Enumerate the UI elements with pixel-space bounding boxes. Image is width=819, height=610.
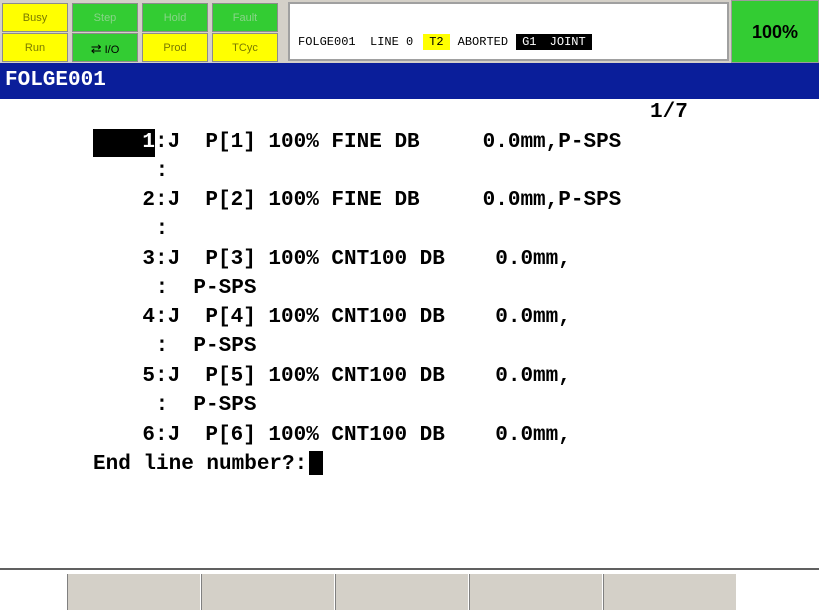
line-cursor[interactable]: 1 <box>93 129 155 157</box>
coord-badge: JOINT <box>542 34 592 50</box>
coord-label: JOINT <box>549 35 586 49</box>
f1-key[interactable] <box>67 574 201 610</box>
function-key-bar <box>0 568 819 610</box>
f5-key[interactable] <box>603 574 737 610</box>
fault-indicator: Fault <box>212 3 278 32</box>
f2-key[interactable] <box>201 574 335 610</box>
busy-indicator: Busy <box>2 3 68 32</box>
status-line: LINE 0 <box>370 35 414 49</box>
program-status-box: FOLGE001 LINE 0 T2 ABORTED G1 JOINT <box>288 2 729 61</box>
line-number: 6 <box>142 424 155 447</box>
line-text: : P-SPS <box>143 394 257 417</box>
line-number: 4 <box>142 306 155 329</box>
status-bar: Busy Step Hold Fault Run ⇄ I/O Prod TCyc … <box>0 0 819 63</box>
line-text: :J P[4] 100% CNT100 DB 0.0mm, <box>155 306 571 329</box>
program-line[interactable]: : P-SPS <box>143 392 257 420</box>
program-editor[interactable]: 1/7 1:J P[1] 100% FINE DB 0.0mm,P-SPS : … <box>0 99 819 568</box>
program-title: FOLGE001 <box>0 63 819 99</box>
line-text: :J P[5] 100% CNT100 DB 0.0mm, <box>155 365 571 388</box>
line-text: : P-SPS <box>143 335 257 358</box>
program-line[interactable]: 3:J P[3] 100% CNT100 DB 0.0mm, <box>93 246 571 274</box>
program-line[interactable]: : <box>143 158 169 186</box>
group-badge: G1 <box>516 34 543 50</box>
program-line[interactable]: : P-SPS <box>143 275 257 303</box>
program-line[interactable]: : P-SPS <box>143 333 257 361</box>
line-text: :J P[3] 100% CNT100 DB 0.0mm, <box>155 248 571 271</box>
prompt-line[interactable]: End line number?: <box>93 451 324 479</box>
f3-key[interactable] <box>335 574 469 610</box>
io-transfer-icon: ⇄ <box>90 41 102 56</box>
program-line[interactable]: : <box>143 216 169 244</box>
line-text: : <box>143 160 169 183</box>
program-line[interactable]: 5:J P[5] 100% CNT100 DB 0.0mm, <box>93 363 571 391</box>
mode-badge: T2 <box>423 34 450 50</box>
program-line[interactable]: 4:J P[4] 100% CNT100 DB 0.0mm, <box>93 304 571 332</box>
line-text: : P-SPS <box>143 277 257 300</box>
io-label: I/O <box>104 44 120 56</box>
run-indicator: Run <box>2 33 68 62</box>
hold-indicator: Hold <box>142 3 208 32</box>
line-text: :J P[6] 100% CNT100 DB 0.0mm, <box>155 424 571 447</box>
prod-indicator: Prod <box>142 33 208 62</box>
line-number: 5 <box>142 365 155 388</box>
program-line[interactable]: 6:J P[6] 100% CNT100 DB 0.0mm, <box>93 422 571 450</box>
program-line[interactable]: 2:J P[2] 100% FINE DB 0.0mm,P-SPS <box>93 187 621 215</box>
program-line[interactable]: 1:J P[1] 100% FINE DB 0.0mm,P-SPS <box>93 129 621 157</box>
tcyc-indicator: TCyc <box>212 33 278 62</box>
line-position-indicator: 1/7 <box>650 101 688 124</box>
line-text: : <box>143 218 169 241</box>
line-number: 2 <box>142 189 155 212</box>
io-indicator: ⇄ I/O <box>72 33 138 62</box>
f4-key[interactable] <box>469 574 603 610</box>
run-state: ABORTED <box>457 35 509 49</box>
line-text: :J P[2] 100% FINE DB 0.0mm,P-SPS <box>155 189 622 212</box>
line-number: 3 <box>142 248 155 271</box>
status-program-name: FOLGE001 <box>298 35 356 49</box>
line-text: :J P[1] 100% FINE DB 0.0mm,P-SPS <box>155 131 622 154</box>
input-cursor[interactable] <box>309 451 324 476</box>
prompt-label: End line number?: <box>93 453 308 476</box>
step-indicator: Step <box>72 3 138 32</box>
speed-override: 100% <box>731 0 819 63</box>
